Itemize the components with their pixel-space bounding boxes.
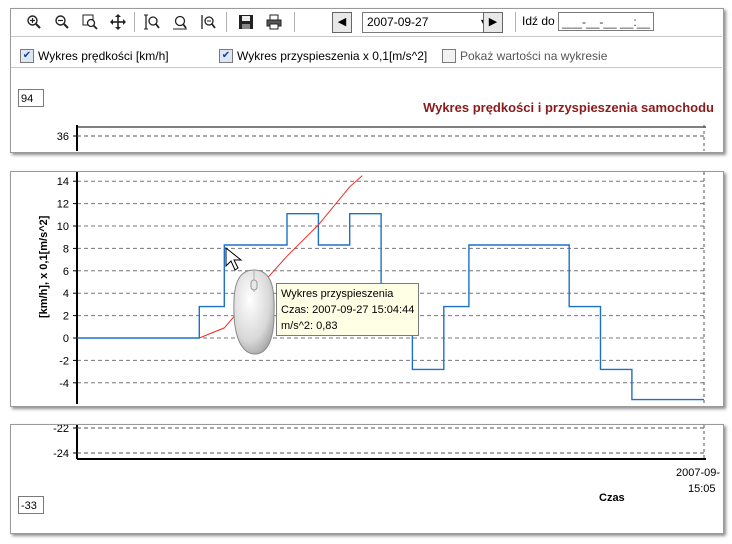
tooltip-value: m/s^2: 0,83 bbox=[281, 320, 338, 332]
checkbox-label: Wykres prędkości [km/h] bbox=[38, 49, 169, 63]
zoom-window-icon[interactable] bbox=[80, 12, 100, 32]
tooltip-series: Wykres przyspieszenia bbox=[281, 288, 394, 300]
zoom-y-fit-icon[interactable] bbox=[142, 12, 162, 32]
y-tick-label: -24 bbox=[53, 448, 69, 460]
print-icon[interactable] bbox=[264, 12, 284, 32]
speed-chart-checkbox[interactable]: ✔ Wykres prędkości [km/h] bbox=[20, 49, 169, 63]
top-axis-strip: 36 bbox=[57, 125, 706, 151]
tooltip-time: Czas: 2007-09-27 15:04:44 bbox=[281, 304, 415, 316]
zoom-y-in-icon[interactable] bbox=[170, 12, 190, 32]
y-tick-label: 8 bbox=[63, 243, 69, 255]
x-axis-label: Czas bbox=[599, 492, 625, 504]
toolbar-separator bbox=[515, 12, 516, 32]
x-tick-date: 2007-09- bbox=[676, 467, 721, 479]
y-tick-label: 2 bbox=[63, 311, 69, 323]
checkbox-box: ✔ bbox=[20, 49, 34, 63]
checkbox-box bbox=[442, 49, 456, 63]
previous-date-button[interactable]: ◀ bbox=[332, 12, 352, 33]
zoom-in-icon[interactable] bbox=[24, 12, 44, 32]
y-max-input[interactable]: 94 bbox=[18, 89, 44, 107]
toolbar: ◀ 2007-09-27 ▼ ▶ Idź do ___-__-__ __:__ bbox=[10, 8, 722, 34]
bottom-axis-strip: -22 -24 bbox=[53, 425, 706, 460]
options-divider bbox=[11, 67, 722, 68]
date-select[interactable]: 2007-09-27 ▼ bbox=[362, 12, 492, 33]
x-tick-time: 15:05 bbox=[688, 483, 716, 495]
data-tooltip: Wykres przyspieszenia Czas: 2007-09-27 1… bbox=[276, 283, 419, 336]
y-tick-label: 0 bbox=[63, 333, 69, 345]
y-tick-label: -22 bbox=[53, 425, 69, 435]
goto-label: Idź do bbox=[522, 14, 555, 28]
checkbox-box: ✔ bbox=[219, 49, 233, 63]
accel-chart-checkbox[interactable]: ✔ Wykres przyspieszenia x 0,1[m/s^2] bbox=[219, 49, 427, 63]
y-tick-label: -4 bbox=[59, 378, 69, 390]
toolbar-separator bbox=[226, 12, 227, 32]
y-tick-label: 10 bbox=[57, 221, 69, 233]
y-tick-label: 4 bbox=[63, 288, 69, 300]
zoom-out-icon[interactable] bbox=[52, 12, 72, 32]
toolbar-separator bbox=[294, 12, 295, 32]
chart-title: Wykres prędkości i przyspieszenia samoch… bbox=[423, 100, 714, 115]
next-date-button[interactable]: ▶ bbox=[483, 12, 503, 33]
y-min-input[interactable]: -33 bbox=[18, 496, 44, 514]
zoom-y-out-icon[interactable] bbox=[198, 12, 218, 32]
y-tick-label: 36 bbox=[57, 131, 69, 143]
y-tick-label: 12 bbox=[57, 199, 69, 211]
checkbox-label: Wykres przyspieszenia x 0,1[m/s^2] bbox=[237, 49, 428, 63]
goto-datetime-field[interactable]: ___-__-__ __:__ bbox=[558, 12, 654, 31]
mouse-hint-icon bbox=[225, 246, 275, 355]
save-icon[interactable] bbox=[236, 12, 256, 32]
show-values-checkbox[interactable]: Pokaż wartości na wykresie bbox=[442, 49, 607, 63]
pan-icon[interactable] bbox=[108, 12, 128, 32]
checkbox-label: Pokaż wartości na wykresie bbox=[460, 49, 608, 63]
toolbar-separator bbox=[134, 12, 135, 32]
date-select-value: 2007-09-27 bbox=[367, 15, 429, 29]
y-tick-label: 6 bbox=[63, 266, 69, 278]
y-tick-label: -2 bbox=[59, 355, 69, 367]
y-tick-label: 14 bbox=[57, 176, 69, 188]
toolbar-divider bbox=[11, 36, 722, 37]
